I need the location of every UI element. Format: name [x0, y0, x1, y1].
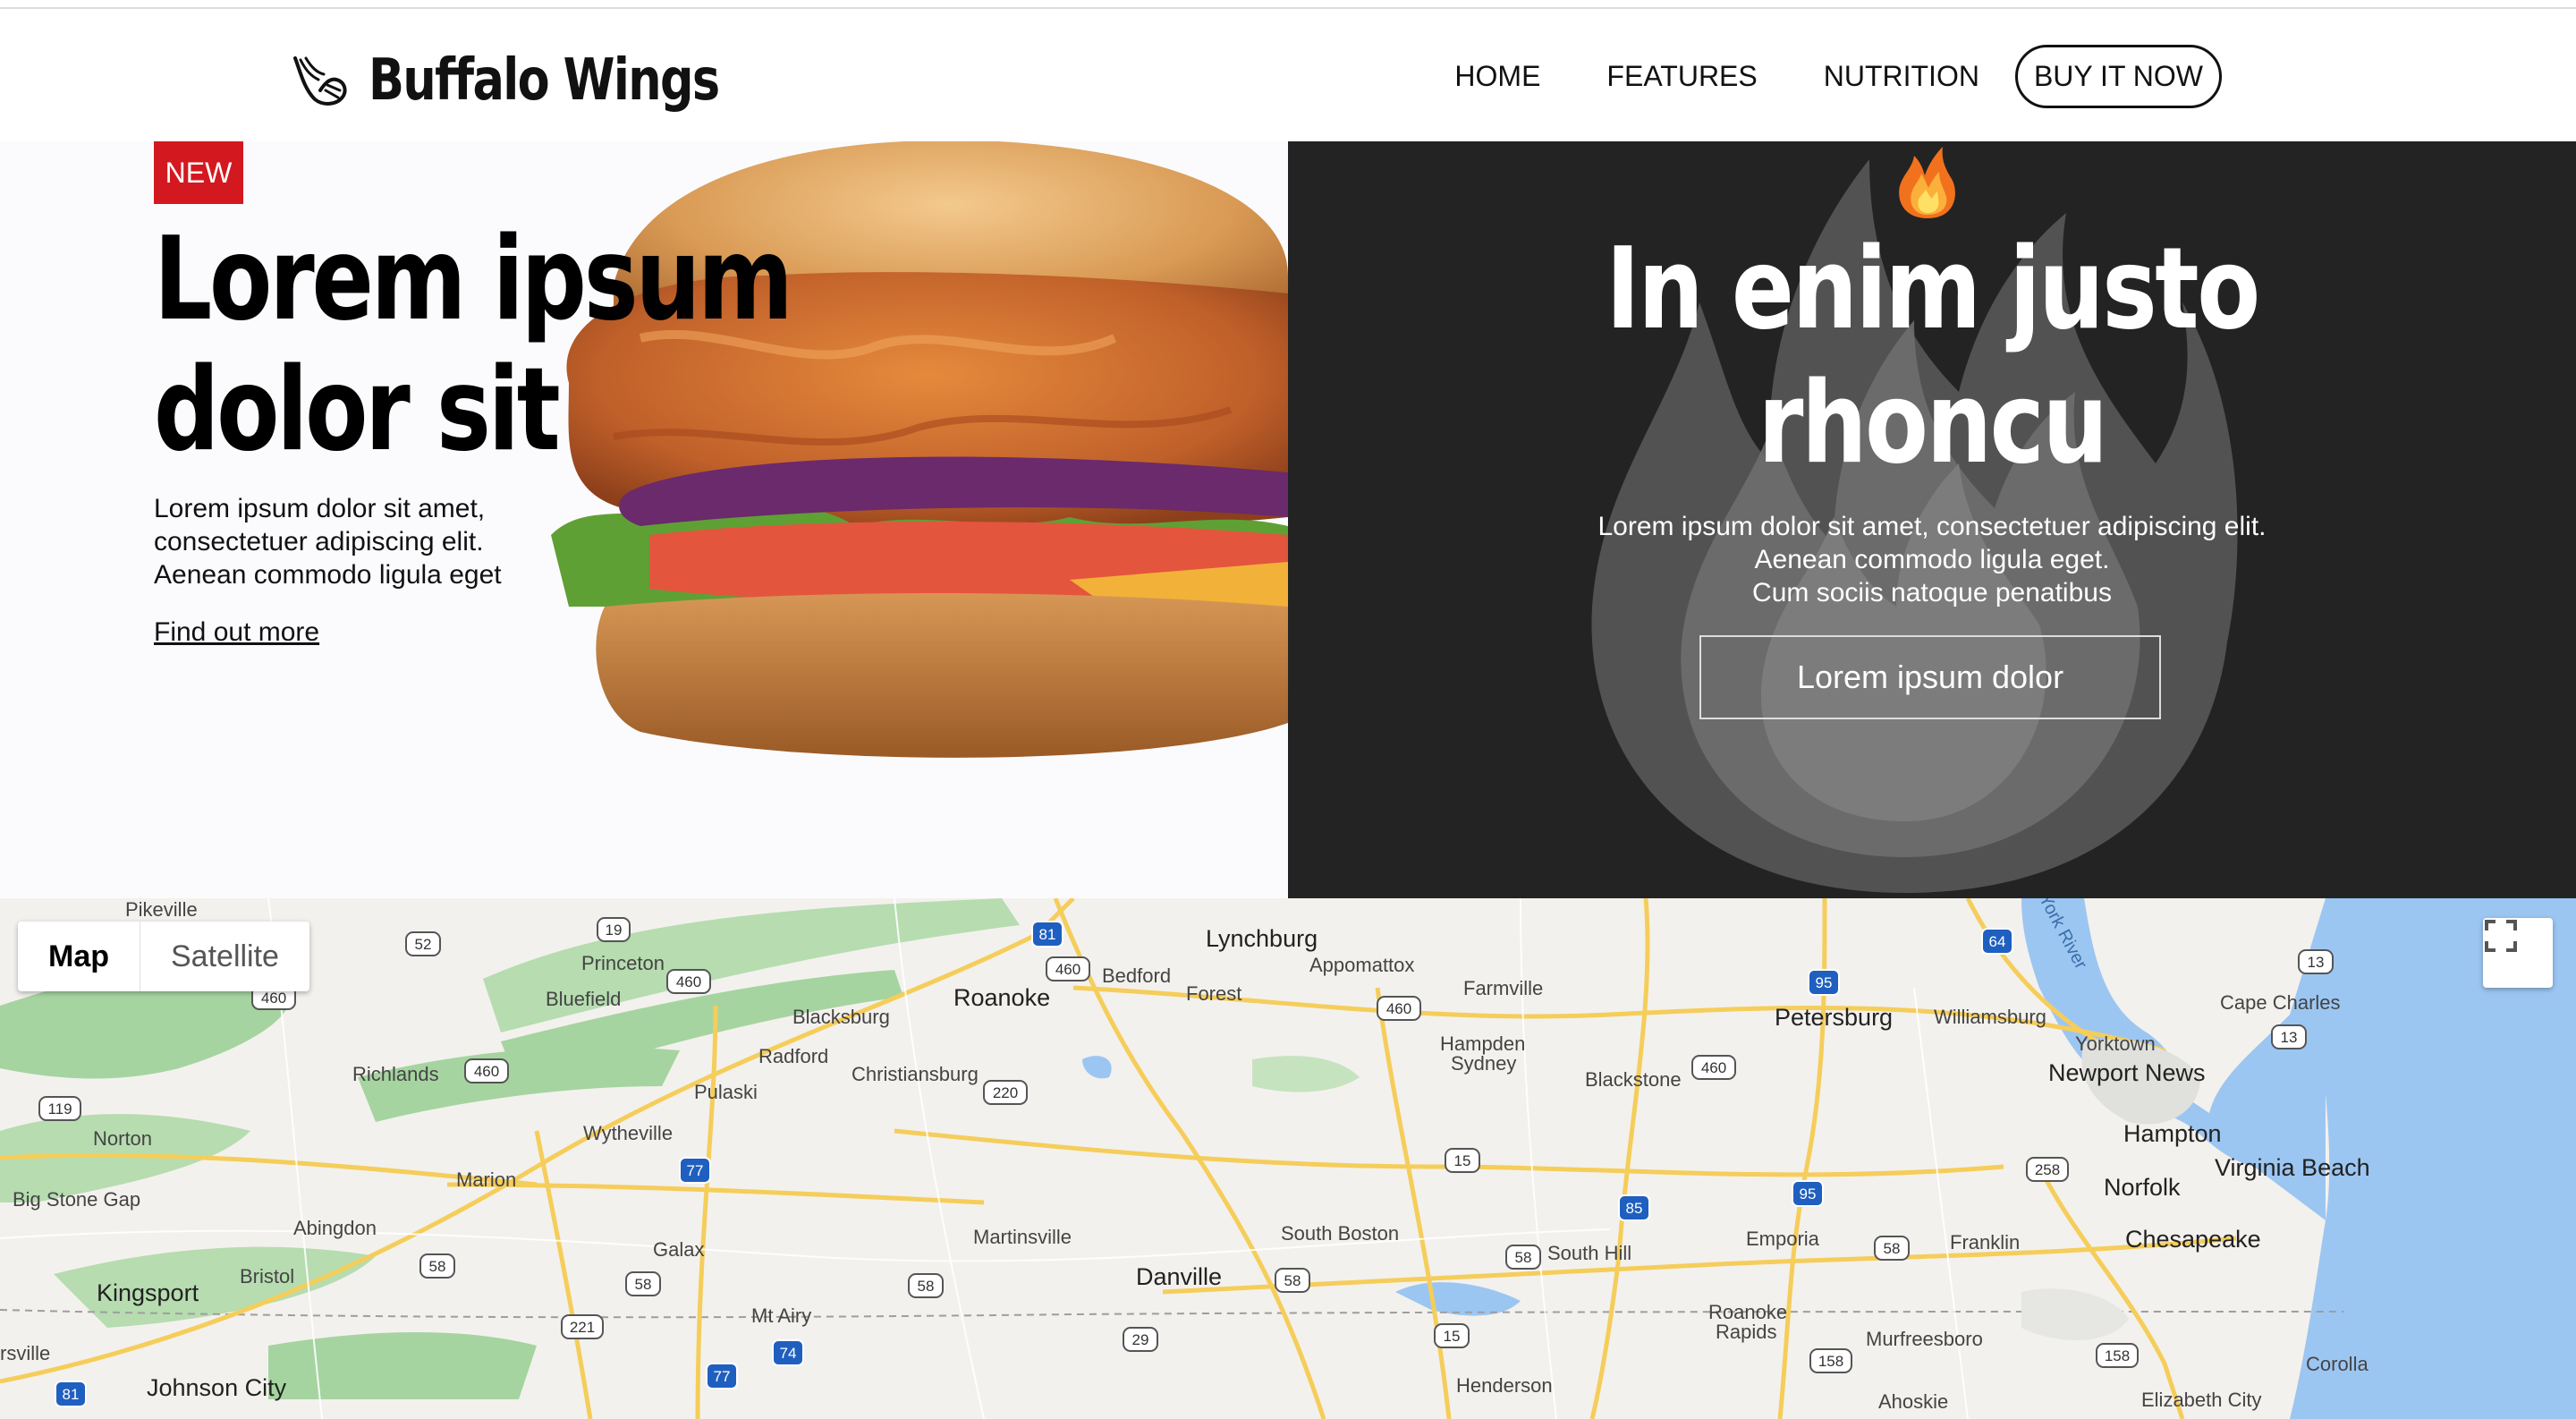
map-type-map-button[interactable]: Map: [18, 922, 140, 991]
map-label-corolla: Corolla: [2306, 1353, 2368, 1375]
brand-name: Buffalo Wings: [369, 47, 720, 114]
map-label-murfreesboro: Murfreesboro: [1866, 1328, 1983, 1350]
hero-left-description: Lorem ipsum dolor sit amet, consectetuer…: [154, 492, 565, 591]
hero-left-title-line2: dolor sit: [154, 344, 561, 477]
map-label-rsville: rsville: [0, 1342, 51, 1364]
map-label-bristol: Bristol: [240, 1265, 295, 1287]
map-label-danville: Danville: [1136, 1263, 1223, 1290]
map-label-virginia-beach: Virginia Beach: [2215, 1154, 2370, 1181]
fullscreen-button[interactable]: [2483, 918, 2553, 988]
browser-top-border: [0, 0, 2576, 9]
map-label-richlands: Richlands: [352, 1063, 439, 1085]
map-label-henderson: Henderson: [1456, 1374, 1553, 1397]
map-label-mt-airy: Mt Airy: [751, 1304, 812, 1327]
map-label-pulaski: Pulaski: [694, 1081, 758, 1103]
map-label-pikeville: Pikeville: [125, 898, 198, 921]
hero-right-text-line3: Cum sociis natoque penatibus: [1752, 578, 2112, 608]
nav-features[interactable]: FEATURES: [1606, 60, 1757, 93]
map-label-bluefield: Bluefield: [546, 988, 622, 1010]
map-label-blackstone: Blackstone: [1585, 1068, 1682, 1091]
map-label-norton: Norton: [93, 1127, 153, 1150]
hero-right-title-line2: rhoncu: [1758, 357, 2108, 489]
map-label-emporia: Emporia: [1746, 1228, 1819, 1250]
find-out-more-link[interactable]: Find out more: [154, 617, 319, 648]
map-label-big-stone-gap: Big Stone Gap: [13, 1188, 141, 1211]
wing-logo-icon: [293, 56, 347, 106]
map-label-forest: Forest: [1186, 982, 1242, 1005]
map-label-marion: Marion: [456, 1168, 517, 1191]
map-label-yorktown: Yorktown: [2075, 1032, 2156, 1055]
hero-left-text-line1: Lorem ipsum dolor sit amet,: [154, 494, 486, 523]
map-label-johnson-city: Johnson City: [147, 1374, 287, 1401]
map-label-appomattox: Appomattox: [1309, 954, 1415, 976]
fullscreen-icon: [2485, 920, 2517, 952]
map-label-ahoskie: Ahoskie: [1878, 1390, 1949, 1413]
map-label-norfolk: Norfolk: [2104, 1174, 2181, 1201]
map-type-control: Map Satellite: [18, 922, 309, 991]
hero-right-panel: In enim justo rhoncu Lorem ipsum dolor s…: [1288, 141, 2576, 898]
nav-home[interactable]: HOME: [1454, 60, 1540, 93]
map-label-bedford: Bedford: [1102, 964, 1172, 987]
map-label-roanoke: Roanoke: [953, 984, 1051, 1011]
map-label-roanoke-rapids-2: Rapids: [1716, 1321, 1777, 1343]
map-label-martinsville: Martinsville: [973, 1226, 1072, 1248]
map-type-satellite-button[interactable]: Satellite: [140, 922, 309, 991]
hero-right-button[interactable]: Lorem ipsum dolor: [1699, 635, 2161, 719]
map-label-lynchburg: Lynchburg: [1206, 925, 1318, 952]
hero-right-title-line1: In enim justo: [1606, 223, 2260, 354]
hero-left-title: Lorem ipsum dolor sit: [154, 215, 798, 476]
map-label-franklin: Franklin: [1950, 1231, 2021, 1253]
map-label-south-hill: South Hill: [1547, 1242, 1632, 1264]
map-label-galax: Galax: [653, 1238, 705, 1261]
map-canvas: [0, 898, 2576, 1419]
brand[interactable]: Buffalo Wings: [288, 38, 795, 123]
map-label-hampton: Hampton: [2123, 1120, 2222, 1147]
hero-left-panel: NEW Lorem ipsum dolor sit Lorem ipsum do…: [0, 141, 1288, 898]
hero-right-title: In enim justo rhoncu: [1404, 222, 2461, 490]
google-map[interactable]: Pikeville Princeton Bluefield Blacksburg…: [0, 898, 2576, 1419]
hero-left-title-line1: Lorem ipsum: [154, 213, 793, 346]
fire-emoji-icon: [1899, 147, 1955, 218]
map-label-wytheville: Wytheville: [583, 1122, 674, 1144]
map-label-christiansburg: Christiansburg: [852, 1063, 979, 1085]
map-label-elizabeth-city: Elizabeth City: [2141, 1389, 2262, 1411]
map-label-chesapeake: Chesapeake: [2125, 1226, 2261, 1253]
nav-nutrition[interactable]: NUTRITION: [1824, 60, 1979, 93]
hero-left-text-line2: consectetuer adipiscing elit.: [154, 527, 484, 557]
map-label-petersburg: Petersburg: [1775, 1004, 1894, 1031]
buy-it-now-button[interactable]: BUY IT NOW: [2014, 45, 2222, 108]
hero-right-text-line1: Lorem ipsum dolor sit amet, consectetuer…: [1597, 512, 2267, 541]
map-label-sydney: Sydney: [1451, 1052, 1517, 1075]
main-nav: HOME FEATURES NUTRITION BUY IT NOW: [1388, 45, 2222, 108]
hero-right-description: Lorem ipsum dolor sit amet, consectetuer…: [1288, 510, 2576, 609]
new-badge: NEW: [154, 141, 243, 204]
map-label-farmville: Farmville: [1463, 977, 1544, 999]
map-label-radford: Radford: [758, 1045, 829, 1067]
map-label-abingdon: Abingdon: [293, 1217, 377, 1239]
hero-right-text-line2: Aenean commodo ligula eget.: [1754, 545, 2110, 574]
hero-left-text-line3: Aenean commodo ligula eget: [154, 560, 502, 590]
map-label-south-boston: South Boston: [1281, 1222, 1400, 1245]
map-label-newport-news: Newport News: [2048, 1059, 2206, 1086]
map-label-princeton: Princeton: [581, 952, 665, 974]
map-label-williamsburg: Williamsburg: [1934, 1006, 2046, 1028]
map-label-kingsport: Kingsport: [97, 1279, 199, 1306]
map-label-cape-charles: Cape Charles: [2220, 991, 2341, 1014]
map-label-blacksburg: Blacksburg: [792, 1006, 890, 1028]
